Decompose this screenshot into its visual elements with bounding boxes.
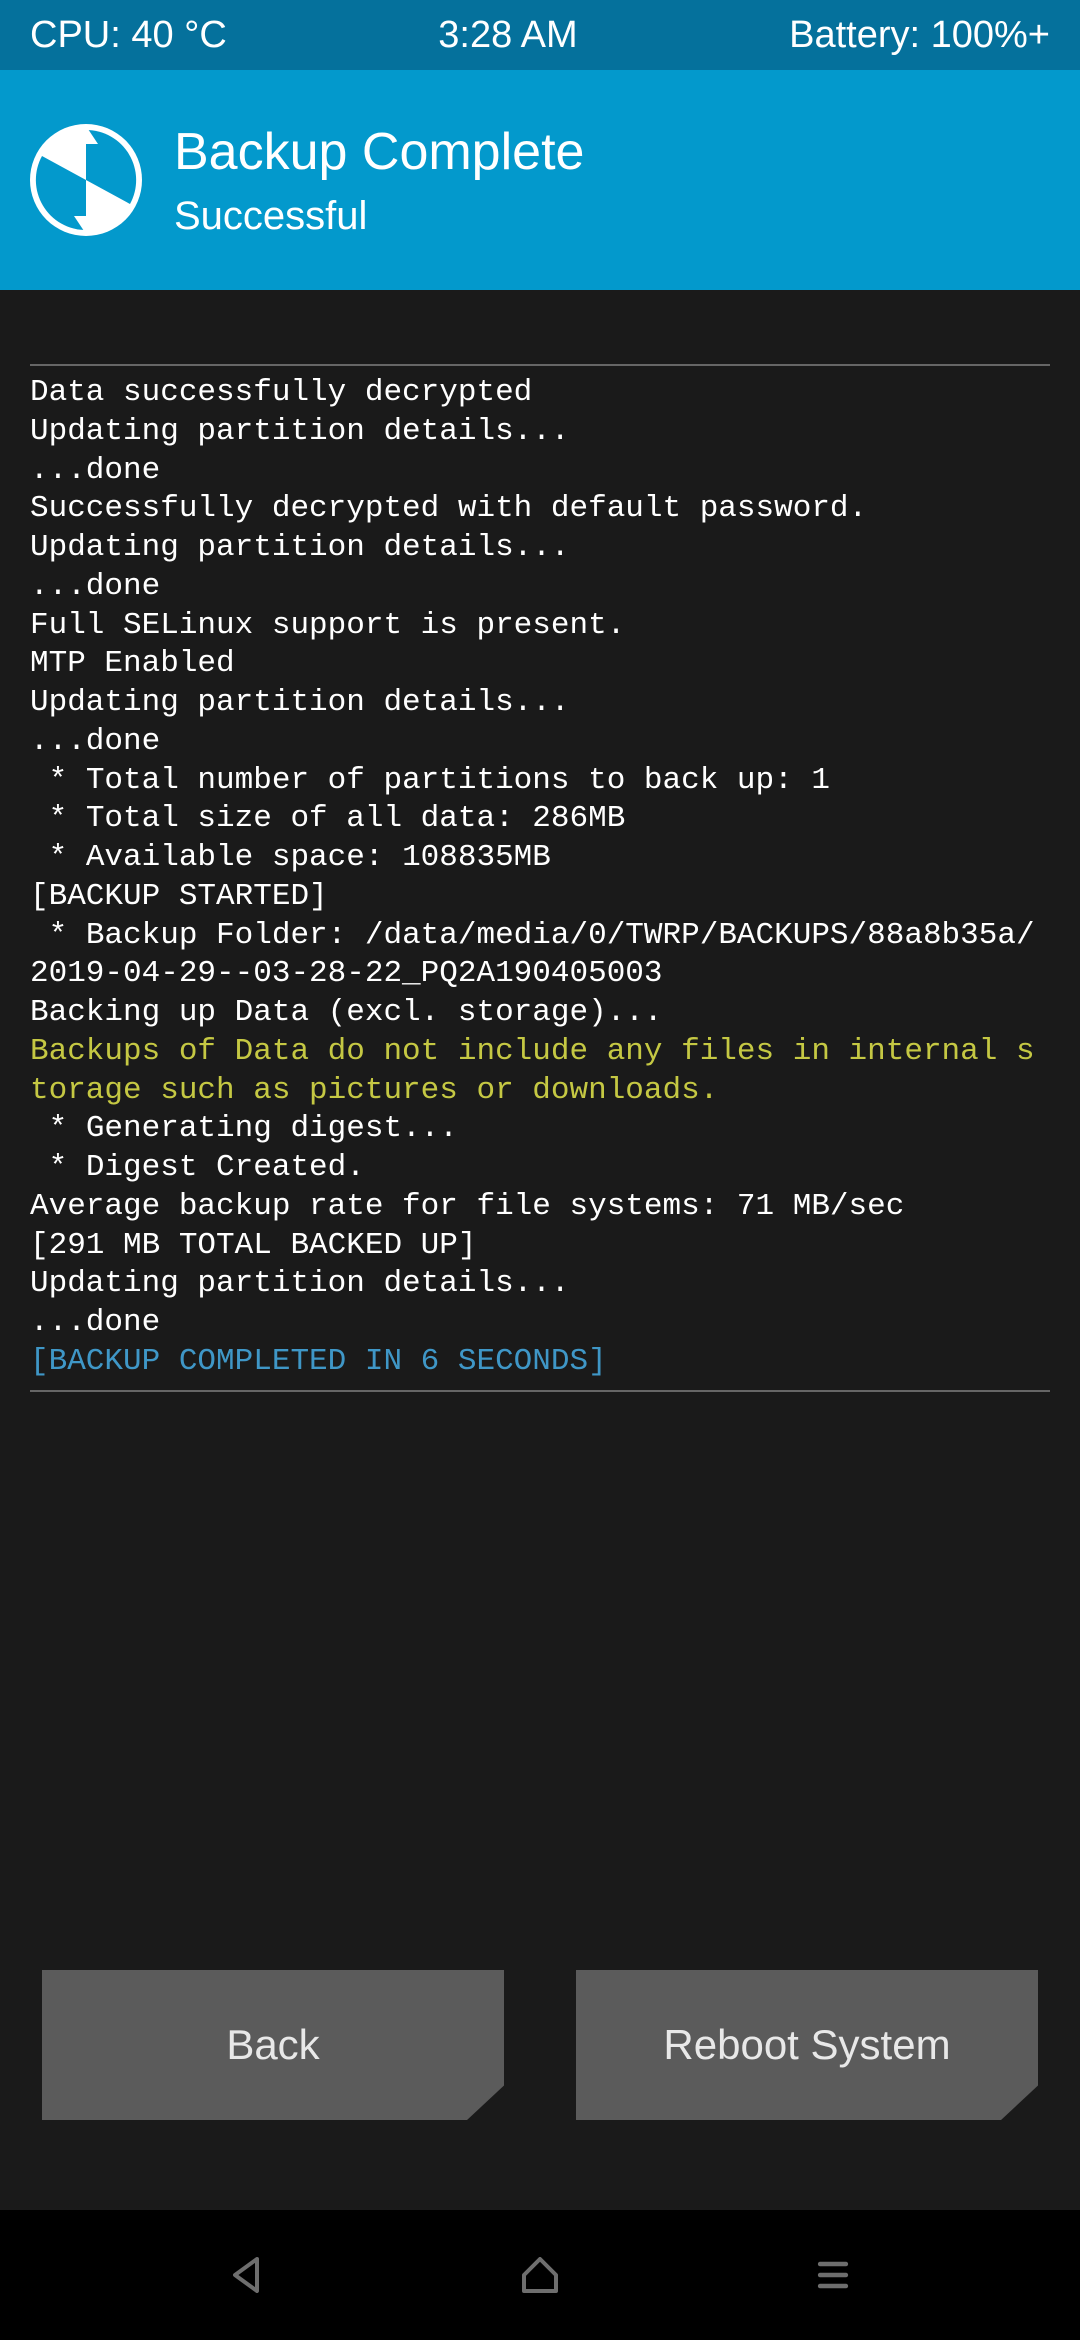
log-line: Backups of Data do not include any files… — [30, 1033, 1050, 1111]
log-line: Full SELinux support is present. — [30, 607, 1050, 646]
log-line: ...done — [30, 1304, 1050, 1343]
log-line: Average backup rate for file systems: 71… — [30, 1188, 1050, 1227]
page-title: Backup Complete — [174, 122, 584, 182]
menu-nav-icon[interactable] — [803, 2245, 863, 2305]
log-line: MTP Enabled — [30, 645, 1050, 684]
home-nav-icon[interactable] — [510, 2245, 570, 2305]
status-bar: CPU: 40 °C 3:28 AM Battery: 100%+ — [0, 0, 1080, 70]
log-line: * Total size of all data: 286MB — [30, 800, 1050, 839]
log-line: * Backup Folder: /data/media/0/TWRP/BACK… — [30, 917, 1050, 995]
log-line: [BACKUP STARTED] — [30, 878, 1050, 917]
button-row: Back Reboot System — [0, 1970, 1080, 2120]
log-line: Successfully decrypted with default pass… — [30, 490, 1050, 529]
navigation-bar — [0, 2210, 1080, 2340]
log-line: Updating partition details... — [30, 413, 1050, 452]
cpu-temp: CPU: 40 °C — [30, 14, 227, 57]
log-line: * Available space: 108835MB — [30, 839, 1050, 878]
reboot-system-button[interactable]: Reboot System — [576, 1970, 1038, 2120]
twrp-logo-icon — [30, 124, 142, 236]
log-line: Updating partition details... — [30, 529, 1050, 568]
log-line: Updating partition details... — [30, 1265, 1050, 1304]
log-line: Data successfully decrypted — [30, 374, 1050, 413]
log-output[interactable]: Data successfully decryptedUpdating part… — [30, 364, 1050, 1392]
clock-time: 3:28 AM — [438, 14, 577, 57]
battery-status: Battery: 100%+ — [789, 14, 1050, 57]
header: Backup Complete Successful — [0, 70, 1080, 290]
log-line: ...done — [30, 568, 1050, 607]
log-line: [291 MB TOTAL BACKED UP] — [30, 1227, 1050, 1266]
back-nav-icon[interactable] — [217, 2245, 277, 2305]
log-line: * Generating digest... — [30, 1110, 1050, 1149]
log-line: Updating partition details... — [30, 684, 1050, 723]
log-line: ...done — [30, 452, 1050, 491]
log-line: ...done — [30, 723, 1050, 762]
page-subtitle: Successful — [174, 194, 584, 239]
log-line: * Digest Created. — [30, 1149, 1050, 1188]
log-line: * Total number of partitions to back up:… — [30, 762, 1050, 801]
header-text: Backup Complete Successful — [174, 122, 584, 239]
log-line: [BACKUP COMPLETED IN 6 SECONDS] — [30, 1343, 1050, 1382]
log-line: Backing up Data (excl. storage)... — [30, 994, 1050, 1033]
back-button[interactable]: Back — [42, 1970, 504, 2120]
